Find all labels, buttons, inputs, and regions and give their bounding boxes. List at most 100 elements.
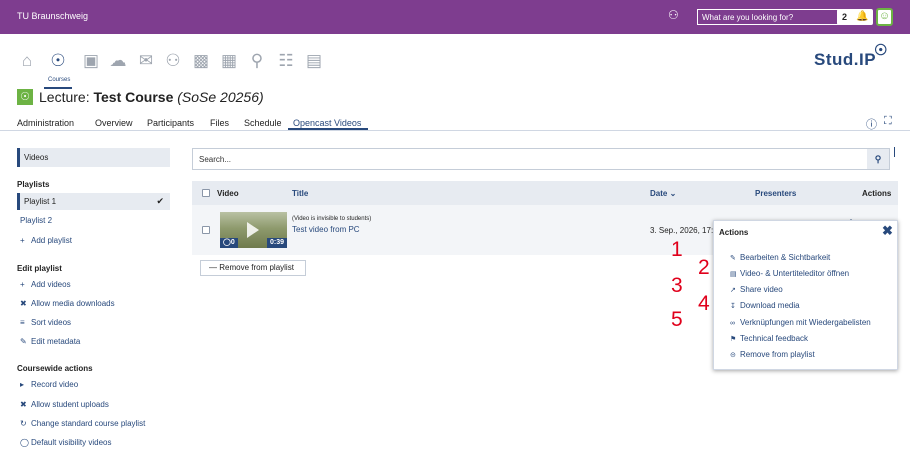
- column-title[interactable]: Title: [292, 189, 308, 198]
- x-icon: ✖: [20, 400, 27, 409]
- allow-student-uploads-link[interactable]: ✖ Allow student uploads: [20, 400, 109, 409]
- change-standard-playlist-link[interactable]: ↻ Change standard course playlist: [20, 419, 145, 428]
- coursewide-actions-heading: Coursewide actions: [17, 364, 93, 373]
- sort-videos-link[interactable]: ≡ Sort videos: [20, 318, 71, 327]
- global-search: ⚲: [697, 9, 859, 25]
- video-thumbnail[interactable]: ◯0 0:39: [220, 212, 287, 248]
- action-share-video[interactable]: ↗ Share video: [730, 285, 783, 294]
- plus-icon: +: [20, 236, 25, 245]
- annotation-2: 2: [698, 256, 710, 279]
- video-title-link[interactable]: Test video from PC: [292, 225, 360, 234]
- edit-icon: ✎: [730, 255, 736, 262]
- global-search-input[interactable]: [698, 10, 818, 24]
- video-search-input[interactable]: [193, 149, 863, 169]
- visibility-icon: ◯: [20, 438, 29, 447]
- top-bar: TU Braunschweig ⚇ ⚲ 2 🔔 ☺: [0, 0, 910, 34]
- playlists-heading: Playlists: [17, 180, 50, 189]
- course-icon: ☉: [17, 89, 33, 105]
- video-search: ⚲: [192, 148, 890, 170]
- column-date[interactable]: Date ⌄: [650, 189, 676, 198]
- column-video: Video: [217, 189, 239, 198]
- action-edit-visibility[interactable]: ✎ Bearbeiten & Sichtbarkeit: [730, 253, 830, 262]
- visibility-note: (Video is invisible to students): [292, 216, 372, 222]
- download-icon: ↧: [730, 303, 736, 310]
- search-icon[interactable]: ⚲: [867, 149, 889, 169]
- share-icon: ↗: [730, 287, 736, 294]
- main-navigation: ⌂ ☉ Courses ▣ ☁ ✉ ⚇ ▩ ▦ ⚲ ☷ ▤ Stud.IP ☉: [0, 34, 910, 89]
- column-actions: Actions: [862, 189, 892, 198]
- home-icon[interactable]: ⌂: [16, 50, 38, 72]
- close-icon[interactable]: ✖: [882, 223, 893, 239]
- table-header: Video Title Date ⌄ Presenters Actions: [192, 181, 898, 205]
- tab-divider: [0, 130, 910, 131]
- edit-metadata-link[interactable]: ✎ Edit metadata: [20, 337, 80, 346]
- video-date: 3. Sep., 2026, 17:00: [650, 226, 723, 235]
- row-checkbox[interactable]: [202, 226, 210, 234]
- university-name[interactable]: TU Braunschweig: [17, 11, 88, 21]
- contacts-icon[interactable]: ⚇: [162, 50, 184, 72]
- sidebar-item-videos[interactable]: Videos: [17, 148, 170, 167]
- allow-downloads-link[interactable]: ✖ Allow media downloads: [20, 299, 115, 308]
- list-icon: ≡: [20, 318, 25, 327]
- action-remove-from-playlist[interactable]: ⊝ Remove from playlist: [730, 350, 815, 359]
- link-icon: ∞: [730, 320, 735, 327]
- default-check-icon: ✔: [156, 196, 164, 206]
- add-playlist-link[interactable]: + Add playlist: [20, 236, 72, 245]
- video-duration: 0:39: [266, 238, 287, 248]
- minus-icon: —: [209, 263, 217, 272]
- x-icon: ✖: [20, 299, 27, 308]
- annotation-5: 5: [671, 308, 683, 331]
- actions-popup: Actions ✖ ✎ Bearbeiten & Sichtbarkeit ▤ Vi…: [713, 220, 898, 370]
- column-presenters[interactable]: Presenters: [755, 189, 796, 198]
- sidebar-item-playlist-1[interactable]: Playlist 1 ✔: [17, 193, 170, 210]
- community-icon[interactable]: ☁: [107, 50, 129, 72]
- notification-badge[interactable]: 2 🔔: [837, 9, 873, 25]
- record-video-link[interactable]: ▸ Record video: [20, 380, 78, 389]
- admin-icon[interactable]: ▤: [303, 50, 325, 72]
- courses-label[interactable]: Courses: [48, 77, 70, 83]
- page-title: Lecture: Test Course (SoSe 20256): [39, 89, 264, 105]
- tab-schedule[interactable]: Schedule: [244, 118, 282, 128]
- refresh-icon: ↻: [20, 419, 27, 428]
- calendar-icon[interactable]: ▦: [218, 50, 240, 72]
- notification-count: 2: [842, 12, 848, 22]
- fullscreen-icon[interactable]: ⛶: [884, 115, 892, 128]
- tab-opencast-videos[interactable]: Opencast Videos: [293, 118, 361, 128]
- profile-icon[interactable]: ▩: [190, 50, 212, 72]
- feedback-icon: ⚑: [730, 336, 737, 343]
- action-download-media[interactable]: ↧ Download media: [730, 301, 800, 310]
- edit-icon: ✎: [20, 337, 27, 346]
- scrollbar[interactable]: [894, 147, 895, 157]
- action-playlist-links[interactable]: ∞ Verknüpfungen mit Wiedergabelisten: [730, 318, 871, 327]
- remove-from-playlist-button[interactable]: — Remove from playlist: [200, 260, 306, 276]
- people-icon[interactable]: ⚇: [668, 9, 682, 22]
- tab-participants[interactable]: Participants: [147, 118, 194, 128]
- tab-files[interactable]: Files: [210, 118, 229, 128]
- chevron-down-icon: ⌄: [669, 189, 677, 198]
- logo-mark-icon: ☉: [874, 42, 888, 59]
- edit-playlist-heading: Edit playlist: [17, 264, 62, 273]
- bell-icon: 🔔: [856, 11, 869, 22]
- courses-icon[interactable]: ☉: [47, 50, 69, 72]
- sidebar-item-playlist-2[interactable]: Playlist 2: [20, 216, 52, 225]
- default-visibility-link[interactable]: ◯ Default visibility videos: [20, 438, 111, 447]
- studip-logo[interactable]: Stud.IP ☉: [814, 42, 887, 70]
- mail-icon[interactable]: ✉: [135, 50, 157, 72]
- annotation-4: 4: [698, 292, 710, 315]
- eye-icon: ◯: [223, 239, 231, 246]
- annotation-1: 1: [671, 238, 683, 261]
- tab-administration[interactable]: Administration: [17, 118, 74, 128]
- popup-title: Actions: [719, 228, 749, 237]
- tools-icon[interactable]: ☷: [275, 50, 297, 72]
- add-videos-link[interactable]: + Add videos: [20, 280, 71, 289]
- editor-icon: ▤: [730, 271, 737, 278]
- help-icon[interactable]: ⓘ: [866, 116, 877, 132]
- select-all-checkbox[interactable]: [202, 189, 210, 197]
- avatar[interactable]: ☺: [876, 8, 893, 26]
- tab-overview[interactable]: Overview: [95, 118, 133, 128]
- action-open-editor[interactable]: ▤ Video- & Untertiteleditor öffnen: [730, 269, 849, 278]
- action-technical-feedback[interactable]: ⚑ Technical feedback: [730, 334, 808, 343]
- messages-board-icon[interactable]: ▣: [80, 50, 102, 72]
- view-count: ◯0: [220, 238, 238, 248]
- search-nav-icon[interactable]: ⚲: [246, 50, 268, 72]
